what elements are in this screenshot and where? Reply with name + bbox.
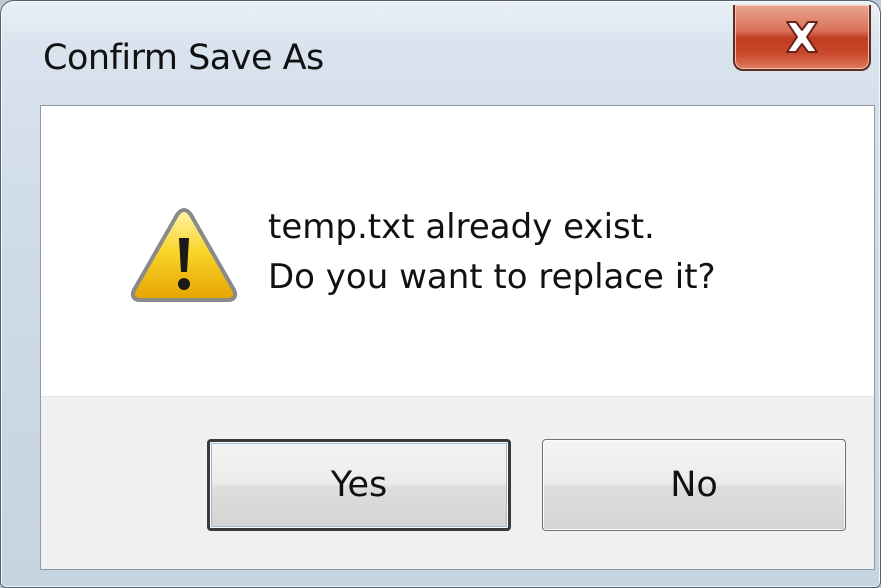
window-title: Confirm Save As [43, 38, 324, 78]
message-line-1: temp.txt already exist. [268, 207, 655, 247]
warning-icon [129, 206, 239, 304]
message-text: temp.txt already exist. Do you want to r… [268, 202, 716, 302]
title-bar[interactable]: Confirm Save As [1, 1, 880, 101]
yes-button[interactable]: Yes [207, 439, 511, 531]
close-button[interactable] [733, 5, 871, 71]
dialog-content: temp.txt already exist. Do you want to r… [40, 105, 875, 570]
message-line-2: Do you want to replace it? [268, 257, 716, 297]
close-icon [780, 18, 824, 56]
dialog-window: Confirm Save As temp.txt already exist. … [0, 0, 881, 588]
button-bar: Yes No [41, 396, 874, 569]
no-button[interactable]: No [542, 439, 846, 531]
